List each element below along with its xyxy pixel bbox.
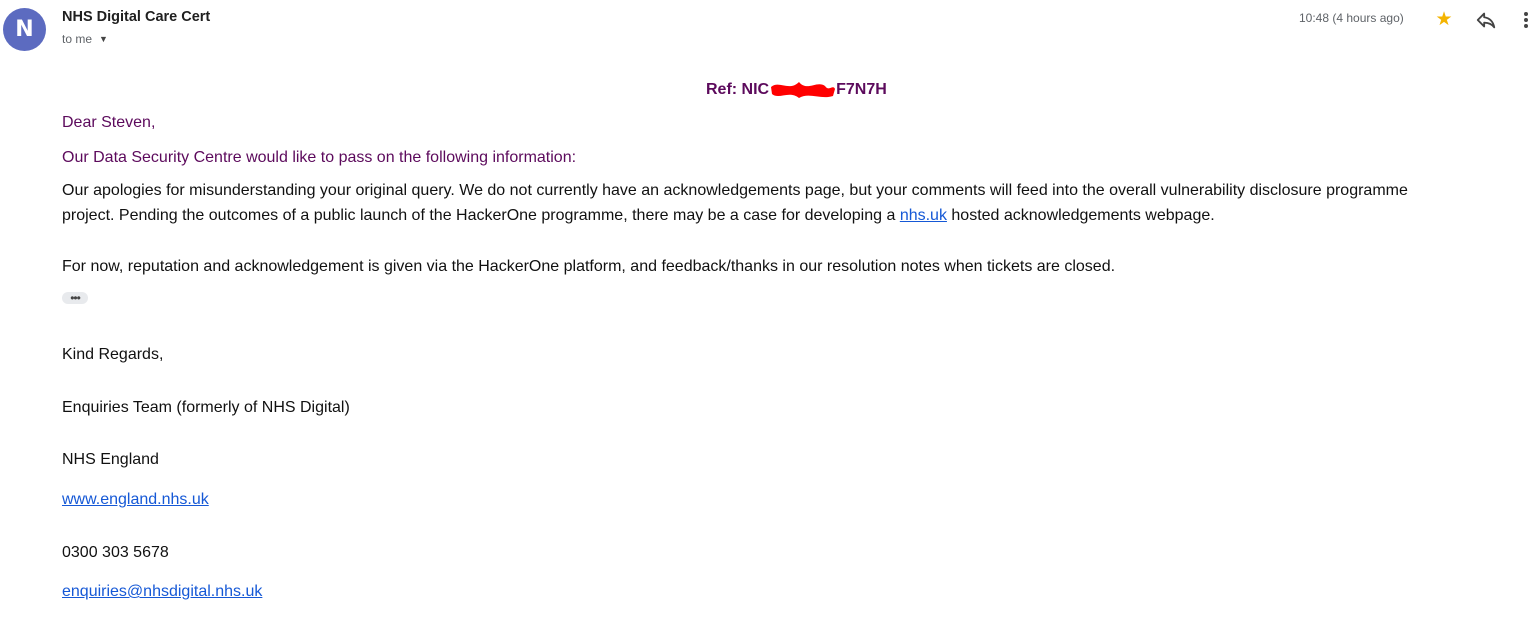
phone-number: 0300 303 5678 (62, 544, 169, 561)
star-icon[interactable]: ★ (1433, 9, 1455, 31)
greeting: Dear Steven, (62, 114, 156, 131)
signature-team: Enquiries Team (formerly of NHS Digital) (62, 399, 350, 416)
reference-number: Ref: NIC F7N7H (706, 76, 887, 100)
recipient-label: to me (62, 32, 93, 46)
email-timestamp: 10:48 (4 hours ago) (1299, 11, 1404, 25)
more-vert-icon[interactable] (1518, 9, 1534, 31)
show-trimmed-content-button[interactable]: ••• (62, 292, 88, 304)
ref-prefix: Ref: NIC (706, 81, 770, 98)
paragraph-2: For now, reputation and acknowledgement … (62, 258, 1116, 275)
sender-avatar[interactable]: N (3, 8, 46, 51)
caret-down-icon[interactable]: ▼ (99, 34, 108, 44)
recipient-details-toggle[interactable]: to me ▼ (62, 32, 108, 46)
redaction-scribble (771, 82, 836, 98)
intro-line: Our Data Security Centre would like to p… (62, 149, 577, 166)
email-link[interactable]: enquiries@nhsdigital.nhs.uk (62, 583, 262, 601)
website-link[interactable]: www.england.nhs.uk (62, 491, 209, 509)
reply-icon[interactable] (1475, 9, 1497, 31)
ref-suffix: F7N7H (836, 81, 887, 98)
paragraph-1-line-2: project. Pending the outcomes of a publi… (62, 207, 1215, 224)
closing: Kind Regards, (62, 346, 164, 363)
nhs-uk-link[interactable]: nhs.uk (900, 207, 947, 224)
sender-name: NHS Digital Care Cert (62, 9, 211, 25)
paragraph-1-line-1: Our apologies for misunderstanding your … (62, 182, 1408, 199)
signature-org: NHS England (62, 451, 159, 468)
paragraph-1: Our apologies for misunderstanding your … (62, 178, 1512, 228)
